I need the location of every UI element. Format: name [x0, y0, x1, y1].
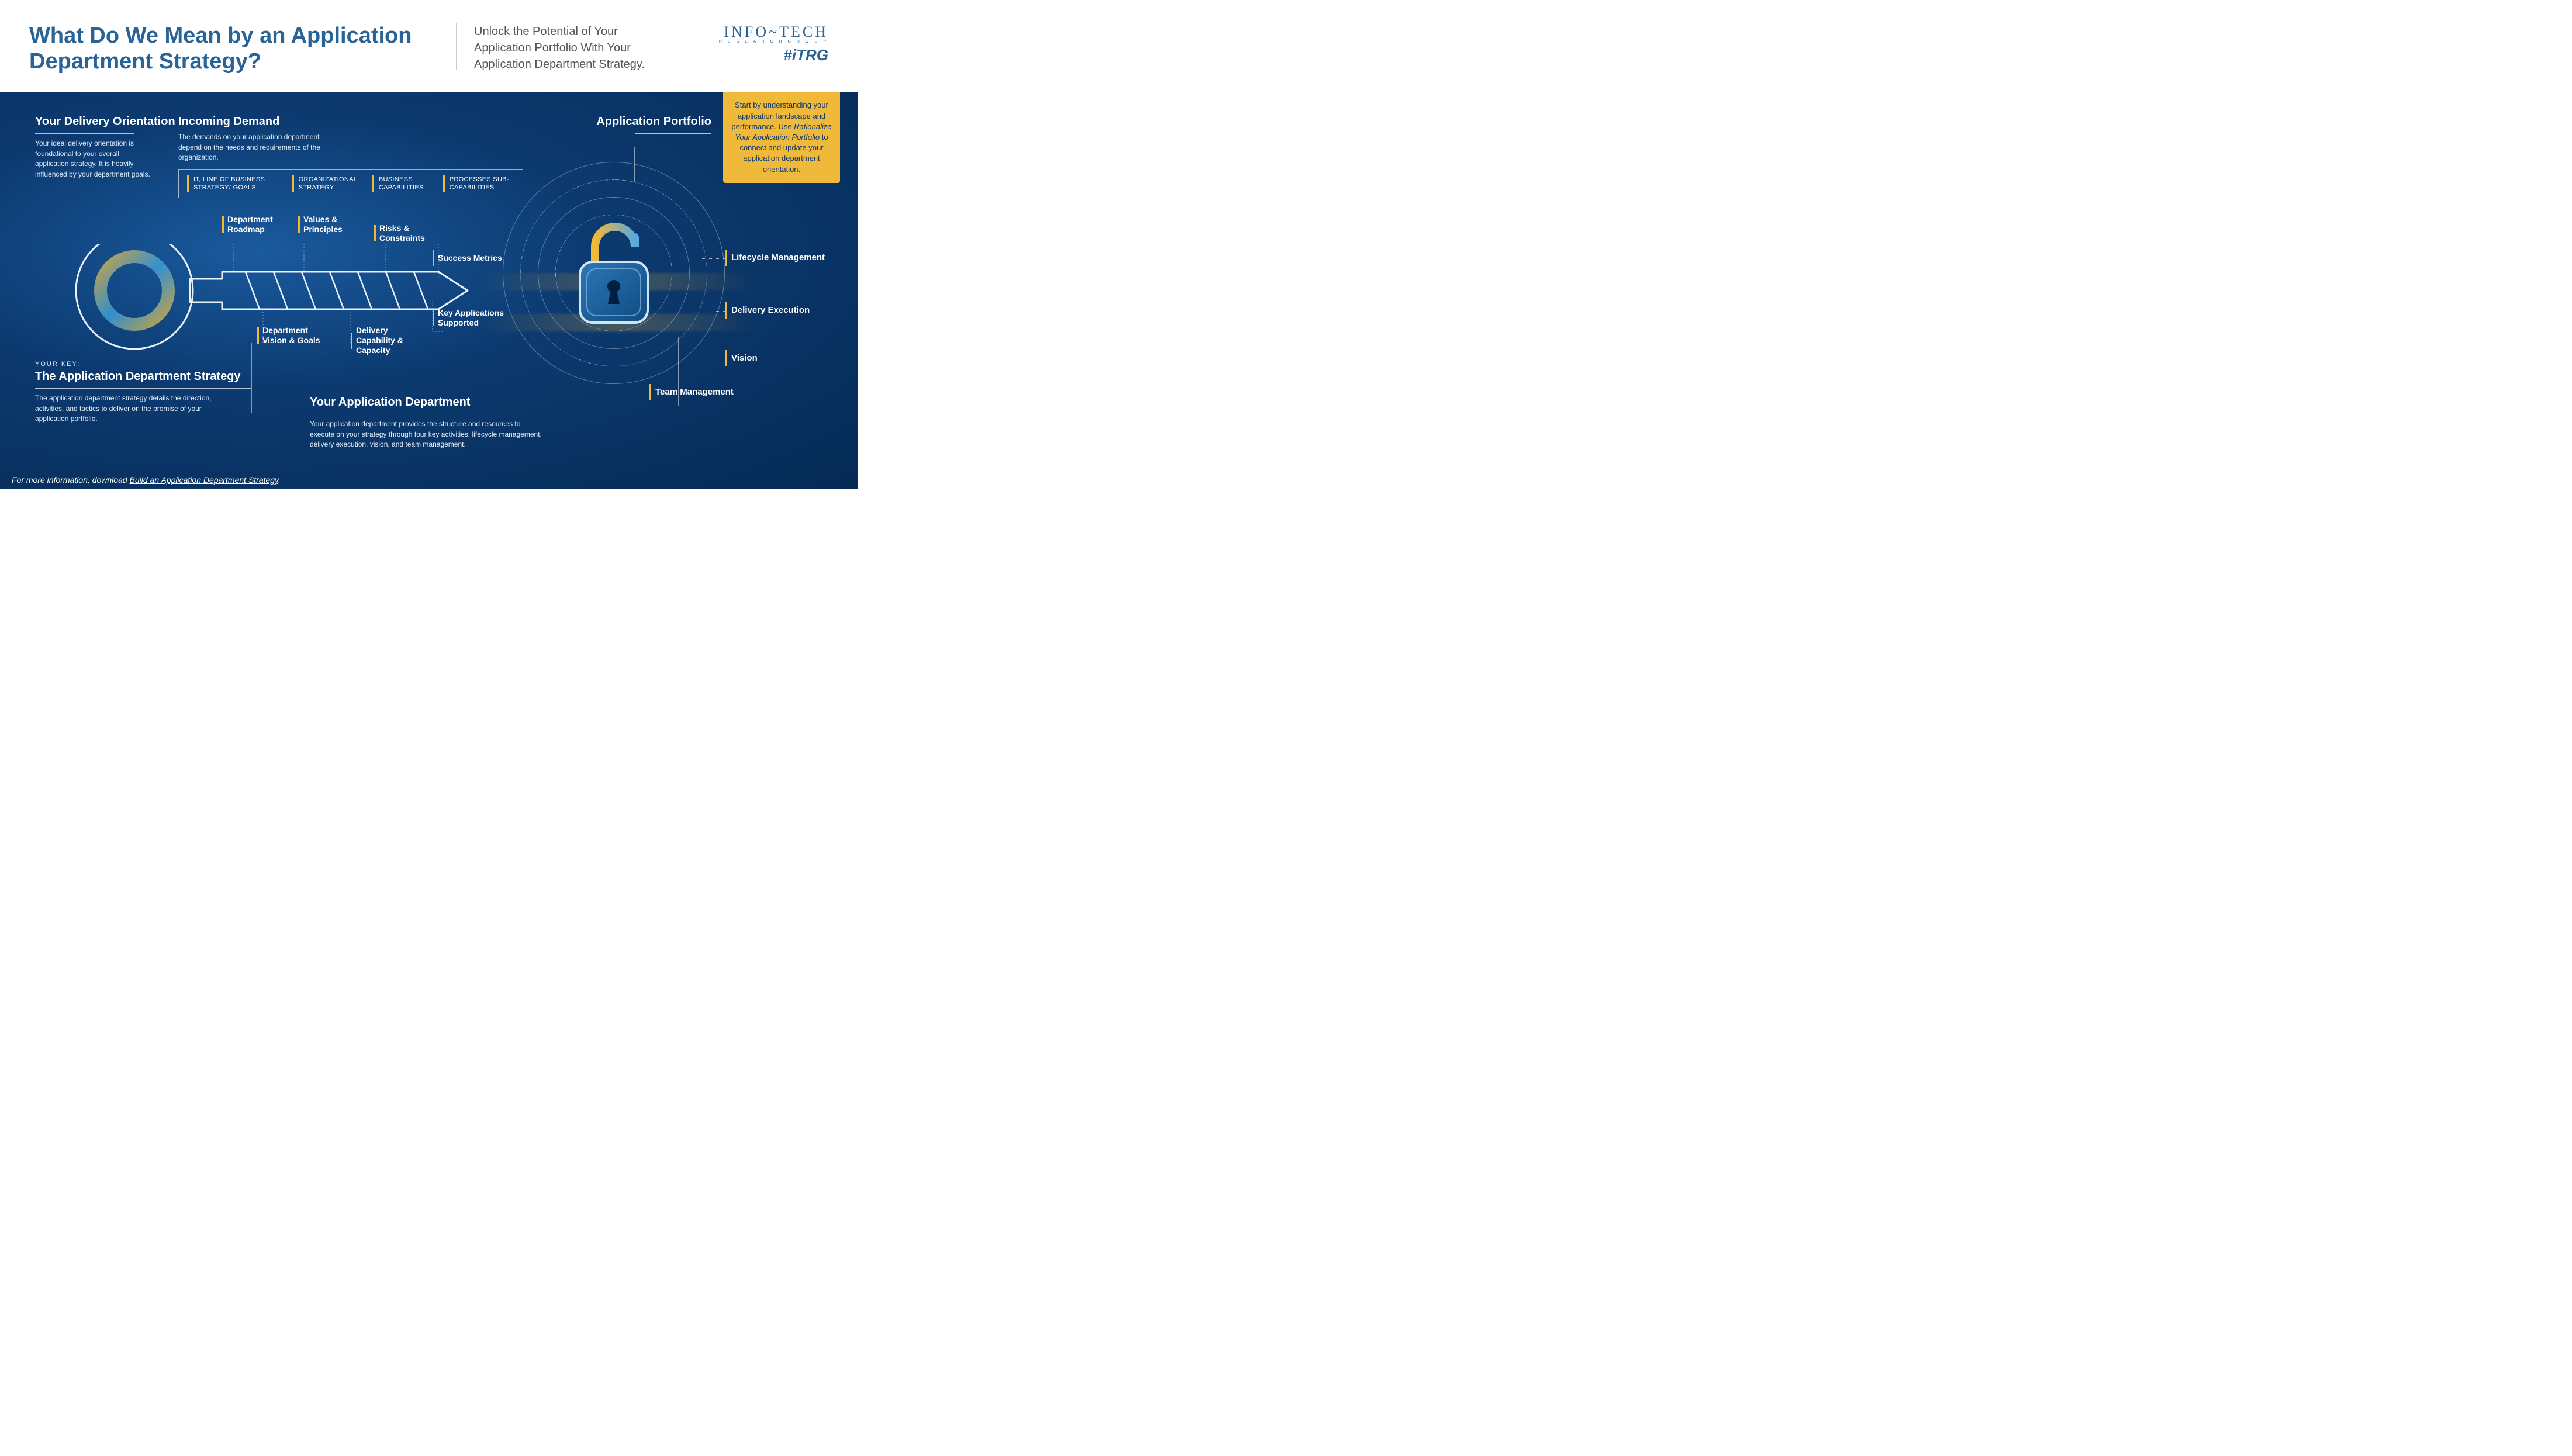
footer-link[interactable]: Build an Application Department Strategy: [130, 475, 278, 485]
lock-icon: [567, 217, 661, 328]
diagram-canvas: Start by understanding your application …: [0, 92, 858, 489]
incoming-demand-block: Incoming Demand The demands on your appl…: [178, 115, 529, 198]
rule: [35, 388, 251, 389]
delivery-body: Your ideal delivery orientation is found…: [35, 139, 152, 179]
your-key-kicker: YOUR KEY:: [35, 361, 251, 368]
connector-line: [699, 258, 725, 259]
divider: [456, 23, 457, 70]
lock-diagram: [503, 162, 725, 384]
key-label-dept-vision-goals: Department Vision & Goals: [257, 326, 333, 345]
brand-main-text: INFO~TECH: [719, 23, 828, 41]
callout-box: Start by understanding your application …: [723, 92, 840, 182]
your-key-heading: The Application Department Strategy: [35, 370, 251, 383]
label-delivery-execution: Delivery Execution: [725, 302, 810, 319]
page-subtitle: Unlock the Potential of Your Application…: [474, 23, 667, 72]
rule: [635, 133, 711, 134]
brand-hashtag: #iTRG: [719, 46, 828, 64]
footer-prefix: For more information, download: [12, 475, 130, 485]
demand-item: IT, LINE OF BUSINESS STRATEGY/ GOALS: [187, 175, 278, 192]
label-team-mgmt: Team Management: [649, 384, 734, 400]
label-lifecycle-mgmt: Lifecycle Management: [725, 250, 825, 266]
header: What Do We Mean by an Application Depart…: [0, 0, 858, 92]
demand-item: ORGANIZATIONAL STRATEGY: [292, 175, 358, 192]
incoming-sub: The demands on your application departme…: [178, 132, 330, 162]
rule: [35, 133, 134, 134]
footer-suffix: .: [278, 475, 281, 485]
demand-item: BUSINESS CAPABILITIES: [372, 175, 429, 192]
footer-text: For more information, download Build an …: [12, 475, 281, 485]
portfolio-heading: Application Portfolio: [596, 115, 711, 129]
your-key-body: The application department strategy deta…: [35, 393, 222, 424]
delivery-heading: Your Delivery Orientation: [35, 115, 175, 129]
label-vision: Vision: [725, 350, 758, 366]
key-label-values-principles: Values & Principles: [298, 215, 374, 234]
your-dept-body: Your application department provides the…: [310, 419, 544, 449]
your-dept-block: Your Application Department Your applica…: [310, 396, 544, 449]
key-label-dept-roadmap: Department Roadmap: [222, 215, 298, 234]
demand-box: IT, LINE OF BUSINESS STRATEGY/ GOALS ORG…: [178, 169, 523, 199]
incoming-heading: Incoming Demand: [178, 115, 529, 129]
brand-sub-text: R E S E A R C H G R O U P: [719, 40, 828, 44]
application-portfolio-block: Application Portfolio: [596, 115, 711, 139]
key-label-success-metrics: Success Metrics: [433, 250, 502, 266]
key-label-risks-constraints: Risks & Constraints: [374, 223, 450, 243]
delivery-orientation-block: Your Delivery Orientation Your ideal del…: [35, 115, 175, 179]
connector-line: [716, 311, 725, 312]
brand-logo: INFO~TECH R E S E A R C H G R O U P #iTR…: [719, 23, 828, 64]
key-label-key-apps-supported: Key Applications Supported: [433, 308, 508, 328]
key-label-delivery-capability: Delivery Capability & Capacity: [351, 326, 420, 355]
page-title: What Do We Mean by an Application Depart…: [29, 23, 438, 74]
your-dept-heading: Your Application Department: [310, 396, 544, 409]
your-key-block: YOUR KEY: The Application Department Str…: [35, 361, 251, 424]
